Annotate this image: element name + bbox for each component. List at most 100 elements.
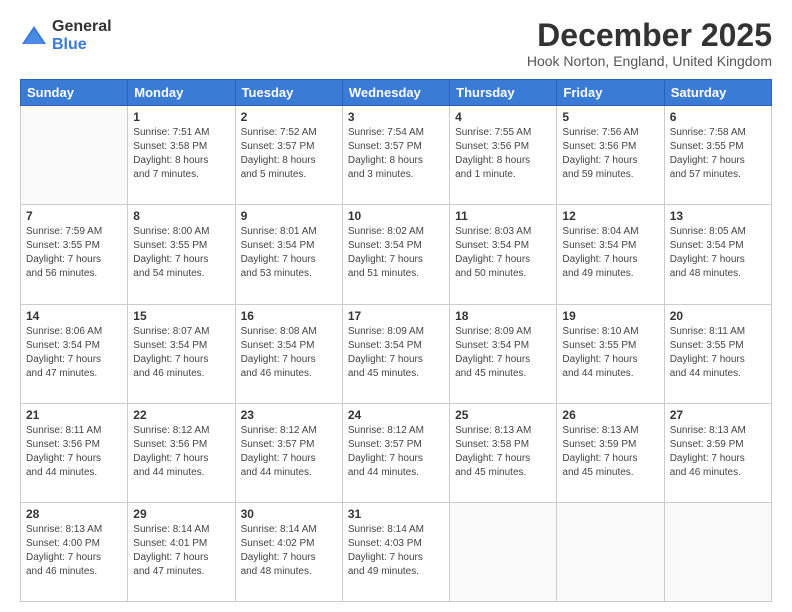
- day-number: 2: [241, 110, 337, 124]
- calendar-day-cell: 20Sunrise: 8:11 AM Sunset: 3:55 PM Dayli…: [664, 304, 771, 403]
- calendar-weekday-header: Wednesday: [342, 80, 449, 106]
- calendar-day-cell: 15 Sunrise: 8:07 AM Sunset: 3:54 PM Dayli…: [128, 304, 235, 403]
- day-number: 10: [348, 209, 444, 223]
- day-number: 22: [133, 408, 229, 422]
- day-number: 25: [455, 408, 551, 422]
- calendar-day-cell: 1 Sunrise: 7:51 AM Sunset: 3:58 PM Daylig…: [128, 106, 235, 205]
- calendar-day-cell: 29 Sunrise: 8:14 AM Sunset: 4:01 PM Dayli…: [128, 502, 235, 601]
- day-info: Sunrise: 7:58 AM Sunset: 3:55 PM Dayligh…: [670, 126, 766, 182]
- day-info: Sunrise: 8:09 AM Sunset: 3:54 PM Dayligh…: [348, 325, 444, 381]
- day-number: 20: [670, 309, 766, 323]
- logo-general: General: [52, 18, 112, 36]
- day-info: Sunrise: 7:54 AM Sunset: 3:57 PM Dayligh…: [348, 126, 444, 182]
- calendar-week-row: 21 Sunrise: 8:11 AM Sunset: 3:56 PM Dayli…: [21, 403, 772, 502]
- calendar-day-cell: 28 Sunrise: 8:13 AM Sunset: 4:00 PM Dayli…: [21, 502, 128, 601]
- calendar-day-cell: 18Sunrise: 8:09 AM Sunset: 3:54 PM Dayli…: [450, 304, 557, 403]
- day-number: 26: [562, 408, 658, 422]
- day-info: Sunrise: 8:14 AM Sunset: 4:01 PM Dayligh…: [133, 523, 229, 579]
- day-number: 8: [133, 209, 229, 223]
- calendar-day-cell: 23 Sunrise: 8:12 AM Sunset: 3:57 PM Dayli…: [235, 403, 342, 502]
- calendar-day-cell: [664, 502, 771, 601]
- calendar-day-cell: 5 Sunrise: 7:56 AM Sunset: 3:56 PM Daylig…: [557, 106, 664, 205]
- day-info: Sunrise: 8:12 AM Sunset: 3:57 PM Dayligh…: [241, 424, 337, 480]
- calendar-day-cell: 6 Sunrise: 7:58 AM Sunset: 3:55 PM Daylig…: [664, 106, 771, 205]
- calendar-day-cell: 21 Sunrise: 8:11 AM Sunset: 3:56 PM Dayli…: [21, 403, 128, 502]
- title-block: December 2025 Hook Norton, England, Unit…: [527, 18, 772, 69]
- page: General Blue December 2025 Hook Norton, …: [0, 0, 792, 612]
- day-number: 24: [348, 408, 444, 422]
- calendar-week-row: 7Sunrise: 7:59 AM Sunset: 3:55 PM Daylig…: [21, 205, 772, 304]
- calendar-week-row: 28 Sunrise: 8:13 AM Sunset: 4:00 PM Dayli…: [21, 502, 772, 601]
- calendar-day-cell: [450, 502, 557, 601]
- calendar-day-cell: 11 Sunrise: 8:03 AM Sunset: 3:54 PM Dayli…: [450, 205, 557, 304]
- day-info: Sunrise: 7:56 AM Sunset: 3:56 PM Dayligh…: [562, 126, 658, 182]
- calendar-day-cell: 9Sunrise: 8:01 AM Sunset: 3:54 PM Daylig…: [235, 205, 342, 304]
- calendar-weekday-header: Tuesday: [235, 80, 342, 106]
- day-info: Sunrise: 8:13 AM Sunset: 3:59 PM Dayligh…: [670, 424, 766, 480]
- day-number: 12: [562, 209, 658, 223]
- day-info: Sunrise: 7:59 AM Sunset: 3:55 PM Dayligh…: [26, 225, 122, 281]
- calendar-day-cell: 14 Sunrise: 8:06 AM Sunset: 3:54 PM Dayli…: [21, 304, 128, 403]
- calendar-week-row: 14 Sunrise: 8:06 AM Sunset: 3:54 PM Dayli…: [21, 304, 772, 403]
- day-number: 13: [670, 209, 766, 223]
- day-info: Sunrise: 8:14 AM Sunset: 4:02 PM Dayligh…: [241, 523, 337, 579]
- calendar-day-cell: 31Sunrise: 8:14 AM Sunset: 4:03 PM Dayli…: [342, 502, 449, 601]
- day-number: 28: [26, 507, 122, 521]
- calendar-day-cell: 3 Sunrise: 7:54 AM Sunset: 3:57 PM Daylig…: [342, 106, 449, 205]
- logo-blue: Blue: [52, 36, 112, 54]
- day-number: 14: [26, 309, 122, 323]
- day-number: 11: [455, 209, 551, 223]
- calendar-day-cell: 7Sunrise: 7:59 AM Sunset: 3:55 PM Daylig…: [21, 205, 128, 304]
- day-info: Sunrise: 8:13 AM Sunset: 3:59 PM Dayligh…: [562, 424, 658, 480]
- calendar-weekday-header: Sunday: [21, 80, 128, 106]
- day-number: 29: [133, 507, 229, 521]
- logo: General Blue: [20, 18, 112, 53]
- day-info: Sunrise: 8:10 AM Sunset: 3:55 PM Dayligh…: [562, 325, 658, 381]
- day-number: 6: [670, 110, 766, 124]
- calendar-day-cell: 19 Sunrise: 8:10 AM Sunset: 3:55 PM Dayli…: [557, 304, 664, 403]
- logo-text: General Blue: [52, 18, 112, 53]
- calendar-day-cell: 22Sunrise: 8:12 AM Sunset: 3:56 PM Dayli…: [128, 403, 235, 502]
- calendar-day-cell: 16Sunrise: 8:08 AM Sunset: 3:54 PM Dayli…: [235, 304, 342, 403]
- calendar-day-cell: 27Sunrise: 8:13 AM Sunset: 3:59 PM Dayli…: [664, 403, 771, 502]
- day-number: 4: [455, 110, 551, 124]
- month-title: December 2025: [527, 18, 772, 53]
- day-number: 15: [133, 309, 229, 323]
- day-number: 21: [26, 408, 122, 422]
- calendar-weekday-header: Friday: [557, 80, 664, 106]
- calendar-day-cell: 12 Sunrise: 8:04 AM Sunset: 3:54 PM Dayli…: [557, 205, 664, 304]
- day-number: 1: [133, 110, 229, 124]
- location: Hook Norton, England, United Kingdom: [527, 53, 772, 69]
- calendar-weekday-header: Monday: [128, 80, 235, 106]
- day-info: Sunrise: 8:13 AM Sunset: 3:58 PM Dayligh…: [455, 424, 551, 480]
- calendar-table: SundayMondayTuesdayWednesdayThursdayFrid…: [20, 79, 772, 602]
- calendar-day-cell: 30Sunrise: 8:14 AM Sunset: 4:02 PM Dayli…: [235, 502, 342, 601]
- day-info: Sunrise: 7:52 AM Sunset: 3:57 PM Dayligh…: [241, 126, 337, 182]
- day-number: 19: [562, 309, 658, 323]
- day-number: 17: [348, 309, 444, 323]
- calendar-day-cell: 17 Sunrise: 8:09 AM Sunset: 3:54 PM Dayli…: [342, 304, 449, 403]
- day-info: Sunrise: 8:01 AM Sunset: 3:54 PM Dayligh…: [241, 225, 337, 281]
- calendar-day-cell: 10Sunrise: 8:02 AM Sunset: 3:54 PM Dayli…: [342, 205, 449, 304]
- day-number: 23: [241, 408, 337, 422]
- day-info: Sunrise: 8:11 AM Sunset: 3:56 PM Dayligh…: [26, 424, 122, 480]
- day-number: 5: [562, 110, 658, 124]
- day-info: Sunrise: 8:00 AM Sunset: 3:55 PM Dayligh…: [133, 225, 229, 281]
- day-info: Sunrise: 8:04 AM Sunset: 3:54 PM Dayligh…: [562, 225, 658, 281]
- day-info: Sunrise: 8:07 AM Sunset: 3:54 PM Dayligh…: [133, 325, 229, 381]
- calendar-day-cell: 2 Sunrise: 7:52 AM Sunset: 3:57 PM Daylig…: [235, 106, 342, 205]
- calendar-day-cell: 24 Sunrise: 8:12 AM Sunset: 3:57 PM Dayli…: [342, 403, 449, 502]
- day-info: Sunrise: 7:51 AM Sunset: 3:58 PM Dayligh…: [133, 126, 229, 182]
- day-info: Sunrise: 8:12 AM Sunset: 3:57 PM Dayligh…: [348, 424, 444, 480]
- day-number: 31: [348, 507, 444, 521]
- day-info: Sunrise: 7:55 AM Sunset: 3:56 PM Dayligh…: [455, 126, 551, 182]
- header: General Blue December 2025 Hook Norton, …: [20, 18, 772, 69]
- day-info: Sunrise: 8:06 AM Sunset: 3:54 PM Dayligh…: [26, 325, 122, 381]
- day-info: Sunrise: 8:03 AM Sunset: 3:54 PM Dayligh…: [455, 225, 551, 281]
- day-number: 16: [241, 309, 337, 323]
- day-info: Sunrise: 8:13 AM Sunset: 4:00 PM Dayligh…: [26, 523, 122, 579]
- calendar-week-row: 1 Sunrise: 7:51 AM Sunset: 3:58 PM Daylig…: [21, 106, 772, 205]
- calendar-day-cell: [557, 502, 664, 601]
- calendar-weekday-header: Saturday: [664, 80, 771, 106]
- day-number: 3: [348, 110, 444, 124]
